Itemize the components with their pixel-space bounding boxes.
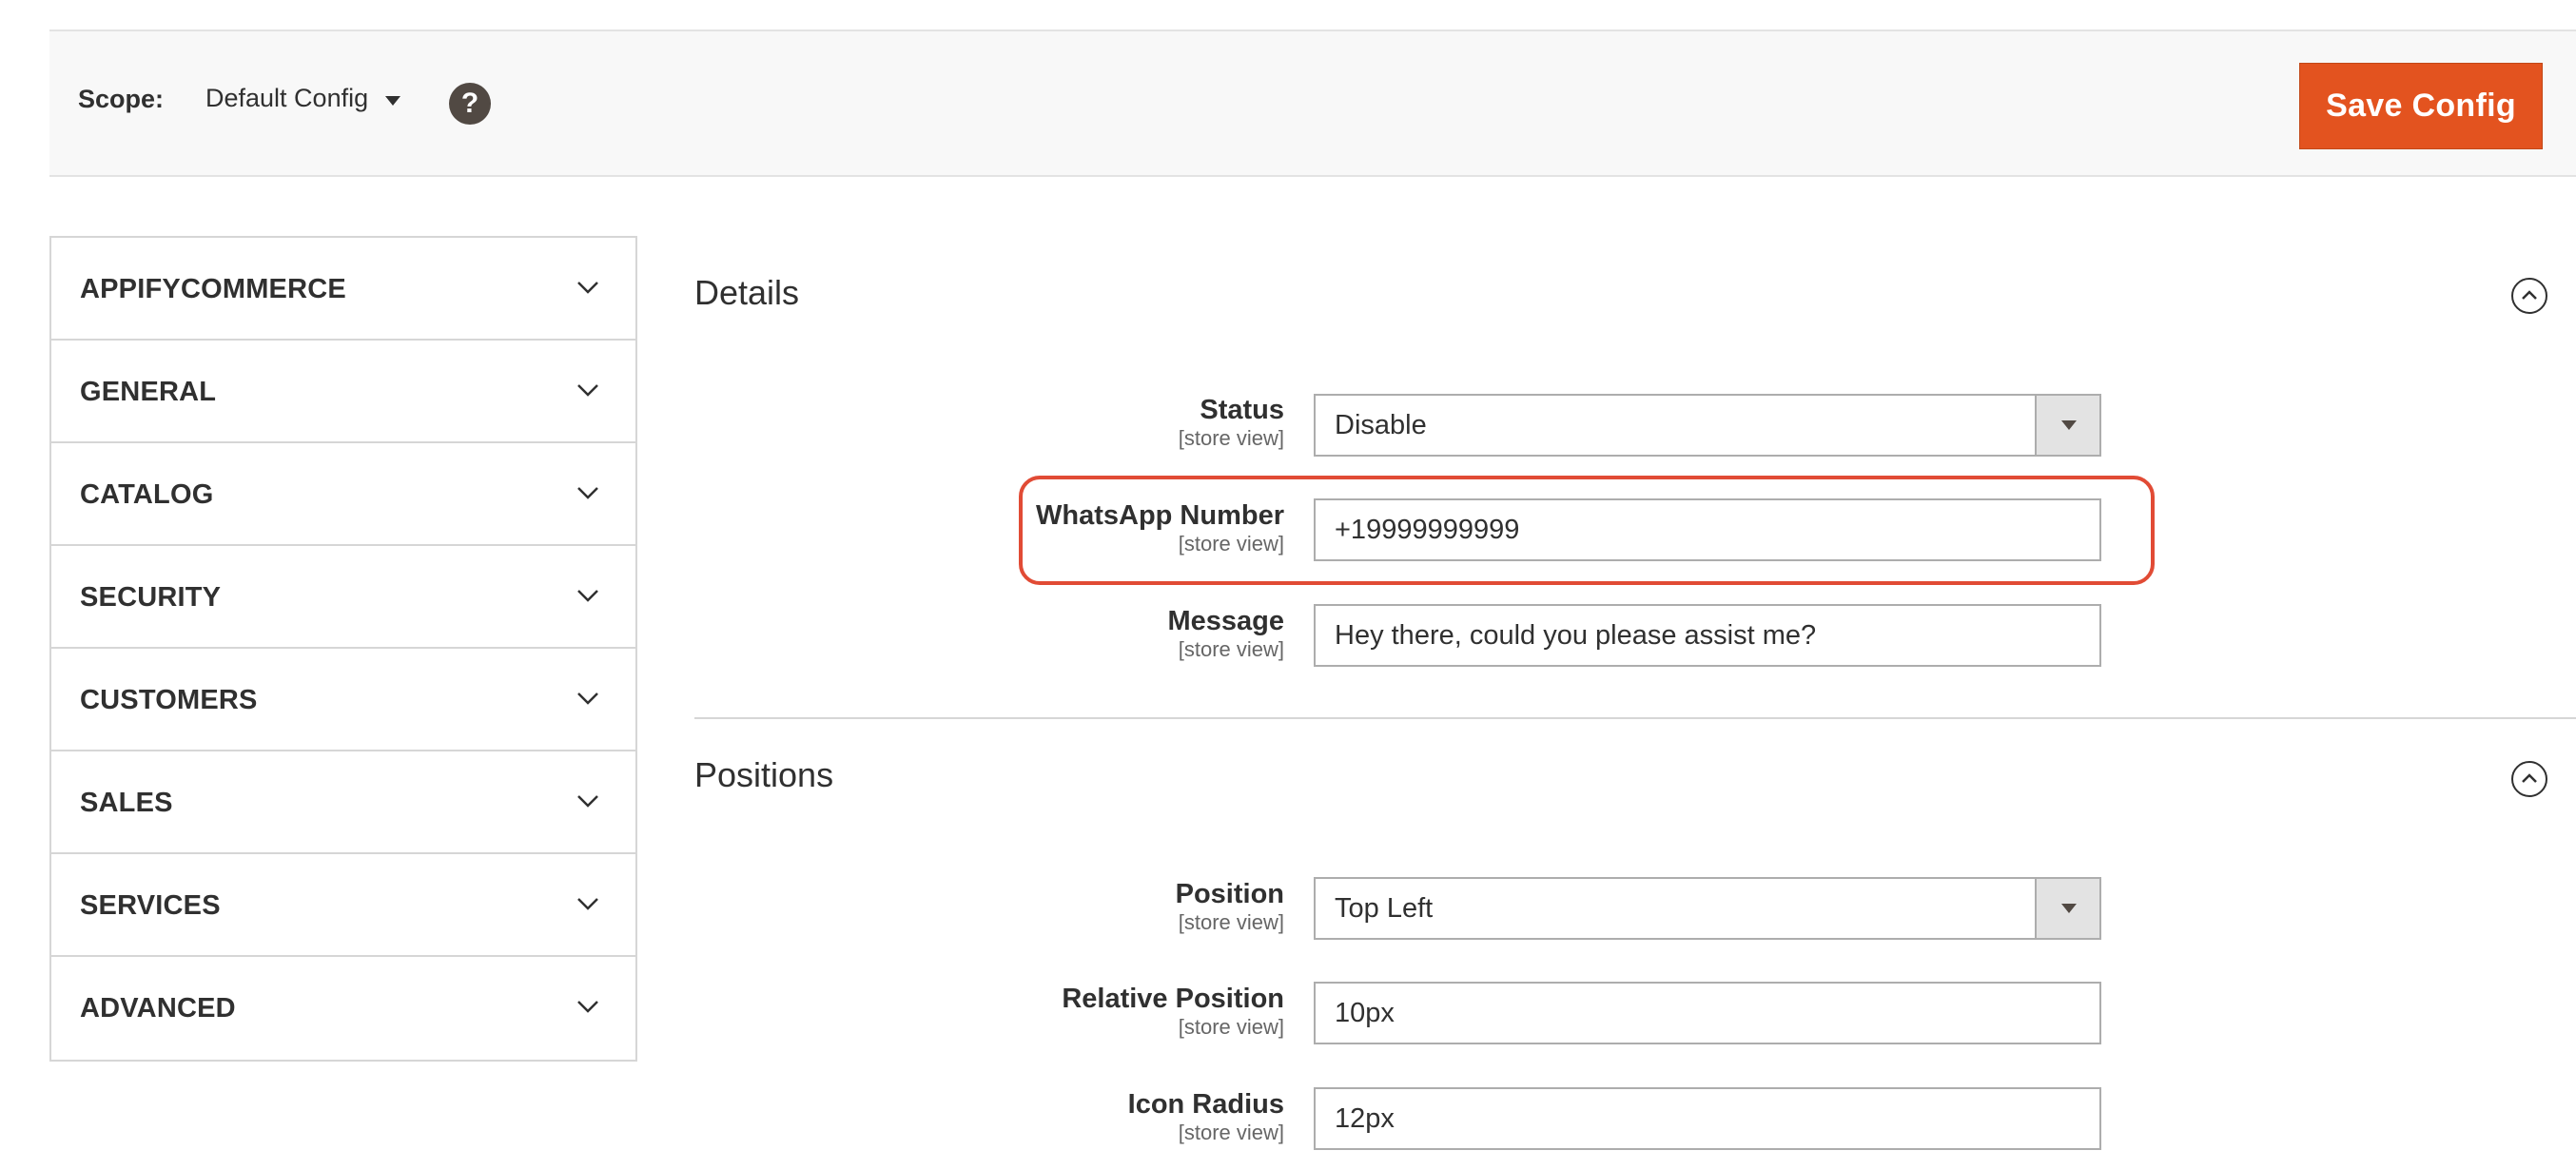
status-select[interactable]: Disable: [1314, 394, 2101, 457]
status-label-text: Status: [1200, 395, 1284, 425]
position-label: Position [store view]: [1176, 878, 1284, 935]
sidebar-item-catalog[interactable]: CATALOG: [51, 443, 635, 546]
chevron-down-icon: [577, 1001, 598, 1013]
sidebar-item-label: SECURITY: [80, 582, 222, 613]
message-label: Message [store view]: [1167, 605, 1284, 662]
whatsapp-number-label: WhatsApp Number [store view]: [1036, 499, 1284, 556]
chevron-down-icon: [577, 898, 598, 910]
caret-down-icon: [385, 95, 401, 106]
chevron-down-icon: [577, 795, 598, 808]
status-scope-text: [store view]: [1178, 426, 1284, 450]
sidebar-item-label: CATALOG: [80, 479, 214, 510]
sidebar-item-appifycommerce[interactable]: APPIFYCOMMERCE: [51, 238, 635, 341]
position-label-text: Position: [1175, 879, 1284, 909]
icon-radius-label: Icon Radius [store view]: [1128, 1088, 1284, 1145]
scope-bar: Scope: Default Config ? Save Config: [49, 29, 2576, 177]
sidebar-item-security[interactable]: SECURITY: [51, 546, 635, 649]
status-label: Status [store view]: [1179, 394, 1284, 451]
config-sidebar: APPIFYCOMMERCE GENERAL CATALOG SECURITY …: [49, 236, 637, 1062]
scope-label: Scope:: [78, 85, 165, 113]
icon-radius-label-text: Icon Radius: [1127, 1089, 1284, 1120]
sidebar-item-label: ADVANCED: [80, 993, 236, 1024]
position-select[interactable]: Top Left: [1314, 877, 2101, 940]
position-select-value: Top Left: [1335, 892, 1434, 924]
whatsapp-number-scope-text: [store view]: [1178, 532, 1284, 556]
save-config-button[interactable]: Save Config: [2299, 63, 2543, 149]
chevron-down-icon: [577, 487, 598, 499]
message-input[interactable]: [1314, 604, 2101, 667]
scope-switcher[interactable]: Default Config: [205, 84, 401, 113]
icon-radius-scope-text: [store view]: [1178, 1121, 1284, 1144]
sidebar-item-general[interactable]: GENERAL: [51, 341, 635, 443]
select-arrow-icon: [2035, 879, 2099, 938]
sidebar-item-customers[interactable]: CUSTOMERS: [51, 649, 635, 751]
positions-section-title[interactable]: Positions: [694, 755, 833, 795]
chevron-down-icon: [577, 282, 598, 294]
whatsapp-number-input[interactable]: [1314, 498, 2101, 561]
details-section-title[interactable]: Details: [694, 273, 799, 313]
sidebar-item-label: GENERAL: [80, 377, 217, 407]
scope-switcher-value: Default Config: [205, 84, 369, 112]
chevron-down-icon: [577, 692, 598, 705]
sidebar-item-sales[interactable]: SALES: [51, 751, 635, 854]
sidebar-item-advanced[interactable]: ADVANCED: [51, 957, 635, 1060]
position-scope-text: [store view]: [1178, 910, 1284, 934]
sidebar-item-services[interactable]: SERVICES: [51, 854, 635, 957]
status-select-value: Disable: [1335, 409, 1427, 440]
sidebar-item-label: SERVICES: [80, 890, 221, 921]
icon-radius-input[interactable]: [1314, 1087, 2101, 1150]
help-icon[interactable]: ?: [449, 83, 491, 125]
whatsapp-number-label-text: WhatsApp Number: [1036, 500, 1284, 531]
chevron-down-icon: [577, 384, 598, 397]
message-label-text: Message: [1167, 606, 1284, 636]
sidebar-item-label: CUSTOMERS: [80, 685, 258, 715]
section-divider: [694, 717, 2576, 719]
relative-position-label: Relative Position [store view]: [1062, 983, 1284, 1040]
relative-position-input[interactable]: [1314, 982, 2101, 1044]
sidebar-item-label: SALES: [80, 788, 173, 818]
chevron-down-icon: [577, 590, 598, 602]
relative-position-label-text: Relative Position: [1062, 984, 1284, 1014]
collapse-up-icon[interactable]: [2511, 278, 2547, 314]
sidebar-item-label: APPIFYCOMMERCE: [80, 274, 346, 304]
relative-position-scope-text: [store view]: [1178, 1015, 1284, 1039]
collapse-up-icon[interactable]: [2511, 761, 2547, 797]
select-arrow-icon: [2035, 396, 2099, 455]
message-scope-text: [store view]: [1178, 637, 1284, 661]
